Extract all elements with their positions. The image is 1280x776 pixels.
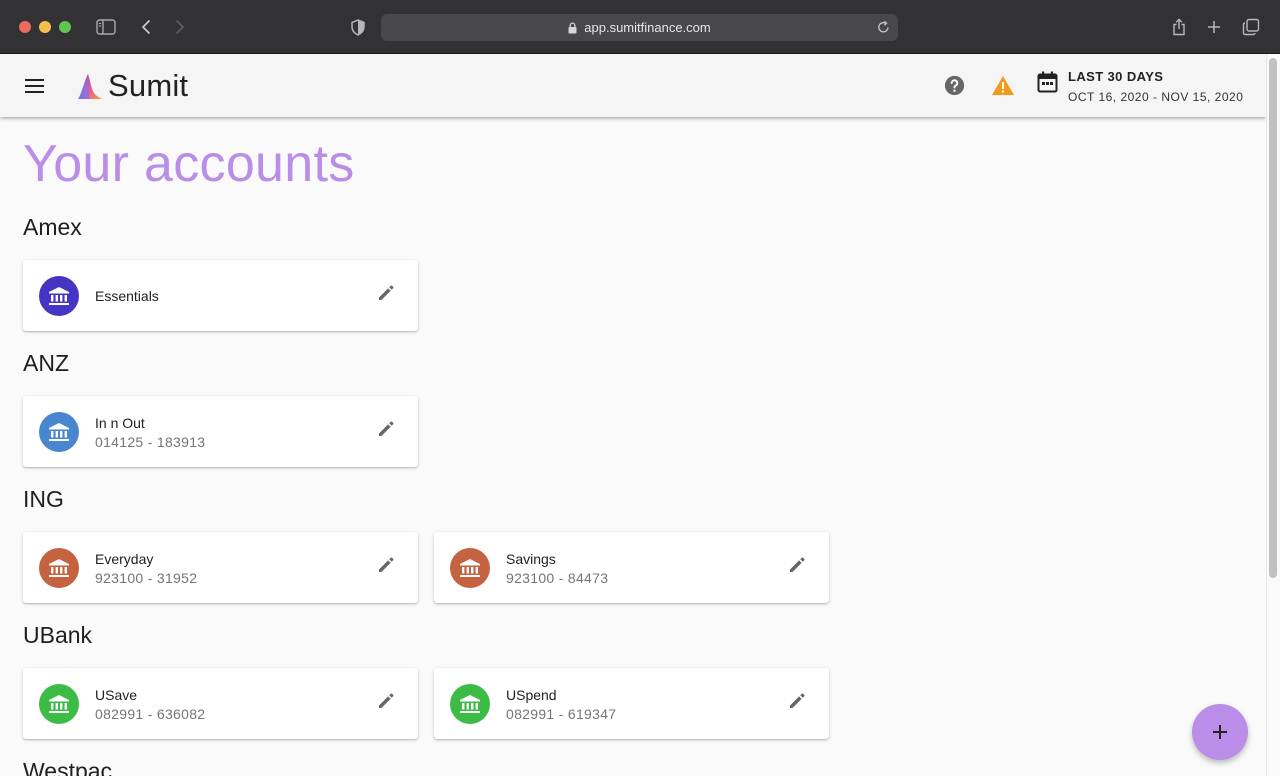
new-tab-icon[interactable] <box>1205 14 1223 40</box>
pencil-icon[interactable] <box>373 688 399 714</box>
account-number: 082991 - 619347 <box>506 706 617 722</box>
account-number: 923100 - 84473 <box>506 570 609 586</box>
account-number: 082991 - 636082 <box>95 706 206 722</box>
account-card[interactable]: Savings 923100 - 84473 <box>434 532 829 603</box>
close-window-button[interactable] <box>19 21 31 33</box>
app-name: Sumit <box>108 68 189 103</box>
forward-icon[interactable] <box>172 14 188 40</box>
account-name: In n Out <box>95 415 145 431</box>
account-card[interactable]: In n Out 014125 - 183913 <box>23 396 418 467</box>
bank-icon <box>39 548 79 588</box>
pencil-icon[interactable] <box>784 552 810 578</box>
back-icon[interactable] <box>138 14 154 40</box>
lock-icon <box>568 21 577 34</box>
account-name: Essentials <box>95 288 159 304</box>
app-bar: Sumit LAST 30 DAYS OCT 16, 2020 - NOV 15… <box>0 54 1266 117</box>
menu-icon[interactable] <box>22 74 48 98</box>
account-name: USave <box>95 687 138 703</box>
help-icon[interactable] <box>944 75 965 101</box>
account-name: Everyday <box>95 551 154 567</box>
group-title-ing: ING <box>23 486 64 512</box>
share-icon[interactable] <box>1170 14 1188 40</box>
account-card[interactable]: Everyday 923100 - 31952 <box>23 532 418 603</box>
minimize-window-button[interactable] <box>39 21 51 33</box>
sumit-logo-icon <box>78 74 103 99</box>
zoom-window-button[interactable] <box>59 21 71 33</box>
bank-icon <box>450 548 490 588</box>
pencil-icon[interactable] <box>373 280 399 306</box>
group-title-ubank: UBank <box>23 622 93 648</box>
account-number: 014125 - 183913 <box>95 434 206 450</box>
pencil-icon[interactable] <box>373 416 399 442</box>
plus-icon <box>1213 725 1227 739</box>
account-card[interactable]: USpend 082991 - 619347 <box>434 668 829 739</box>
account-card[interactable]: Essentials <box>23 260 418 331</box>
group-title-westpac: Westpac <box>23 758 113 776</box>
group-title-anz: ANZ <box>23 350 69 376</box>
account-card[interactable]: USave 082991 - 636082 <box>23 668 418 739</box>
page-title: Your accounts <box>23 135 355 193</box>
sidebar-toggle-icon[interactable] <box>95 14 117 40</box>
pencil-icon[interactable] <box>784 688 810 714</box>
app-viewport: Sumit LAST 30 DAYS OCT 16, 2020 - NOV 15… <box>0 54 1266 776</box>
pencil-icon[interactable] <box>373 552 399 578</box>
add-account-button[interactable] <box>1192 704 1248 760</box>
account-name: Savings <box>506 551 556 567</box>
browser-toolbar: app.sumitfinance.com <box>0 0 1280 54</box>
reload-icon[interactable] <box>877 20 890 37</box>
bank-icon <box>39 684 79 724</box>
tab-overview-icon[interactable] <box>1241 14 1261 40</box>
warning-icon[interactable] <box>991 75 1015 101</box>
bank-icon <box>450 684 490 724</box>
address-bar[interactable]: app.sumitfinance.com <box>381 14 898 41</box>
account-number: 923100 - 31952 <box>95 570 198 586</box>
bank-icon <box>39 276 79 316</box>
account-name: USpend <box>506 687 557 703</box>
date-filter-range[interactable]: OCT 16, 2020 - NOV 15, 2020 <box>1068 90 1243 104</box>
privacy-shield-icon[interactable] <box>349 14 367 40</box>
date-filter-title[interactable]: LAST 30 DAYS <box>1068 69 1163 84</box>
group-title-amex: Amex <box>23 214 82 240</box>
calendar-icon[interactable] <box>1037 71 1058 98</box>
scrollbar-thumb[interactable] <box>1269 58 1277 578</box>
bank-icon <box>39 412 79 452</box>
app-logo[interactable]: Sumit <box>76 68 188 104</box>
url-text: app.sumitfinance.com <box>584 20 711 35</box>
